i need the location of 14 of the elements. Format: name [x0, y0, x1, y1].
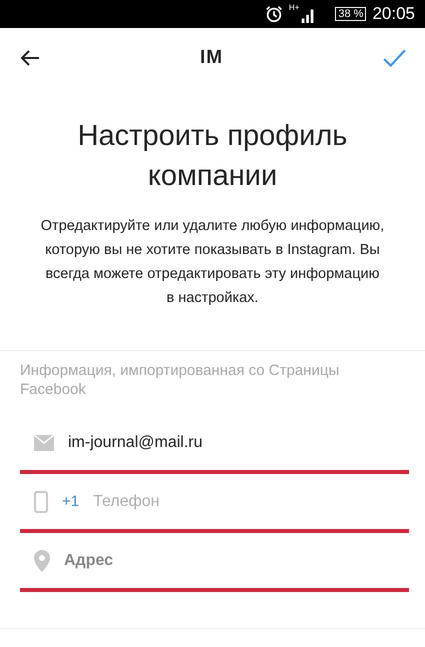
phone-icon [34, 490, 48, 512]
battery-level: 38 % [335, 7, 366, 21]
envelope-icon [34, 434, 54, 450]
address-field[interactable]: Адрес [64, 552, 409, 570]
header-title: IM [200, 47, 224, 69]
network-type: H+ [288, 3, 300, 12]
section-label: Информация, импортированная со Страницы Facebook [20, 361, 340, 399]
page-heading: Настроить профиль компании [76, 119, 348, 194]
description-text: Отредактируйте или удалите любую информацию, которую вы не хотите показывать в Instagram. Вы всегда можете отредактировать эту информацию в настройках. [40, 217, 385, 308]
email-field[interactable]: im-journal@mail.ru [68, 434, 409, 452]
location-pin-icon [34, 550, 50, 572]
status-time: 20:05 [372, 4, 415, 24]
alarm-clock-icon [264, 5, 283, 23]
phone-field[interactable]: Телефон [93, 492, 409, 510]
